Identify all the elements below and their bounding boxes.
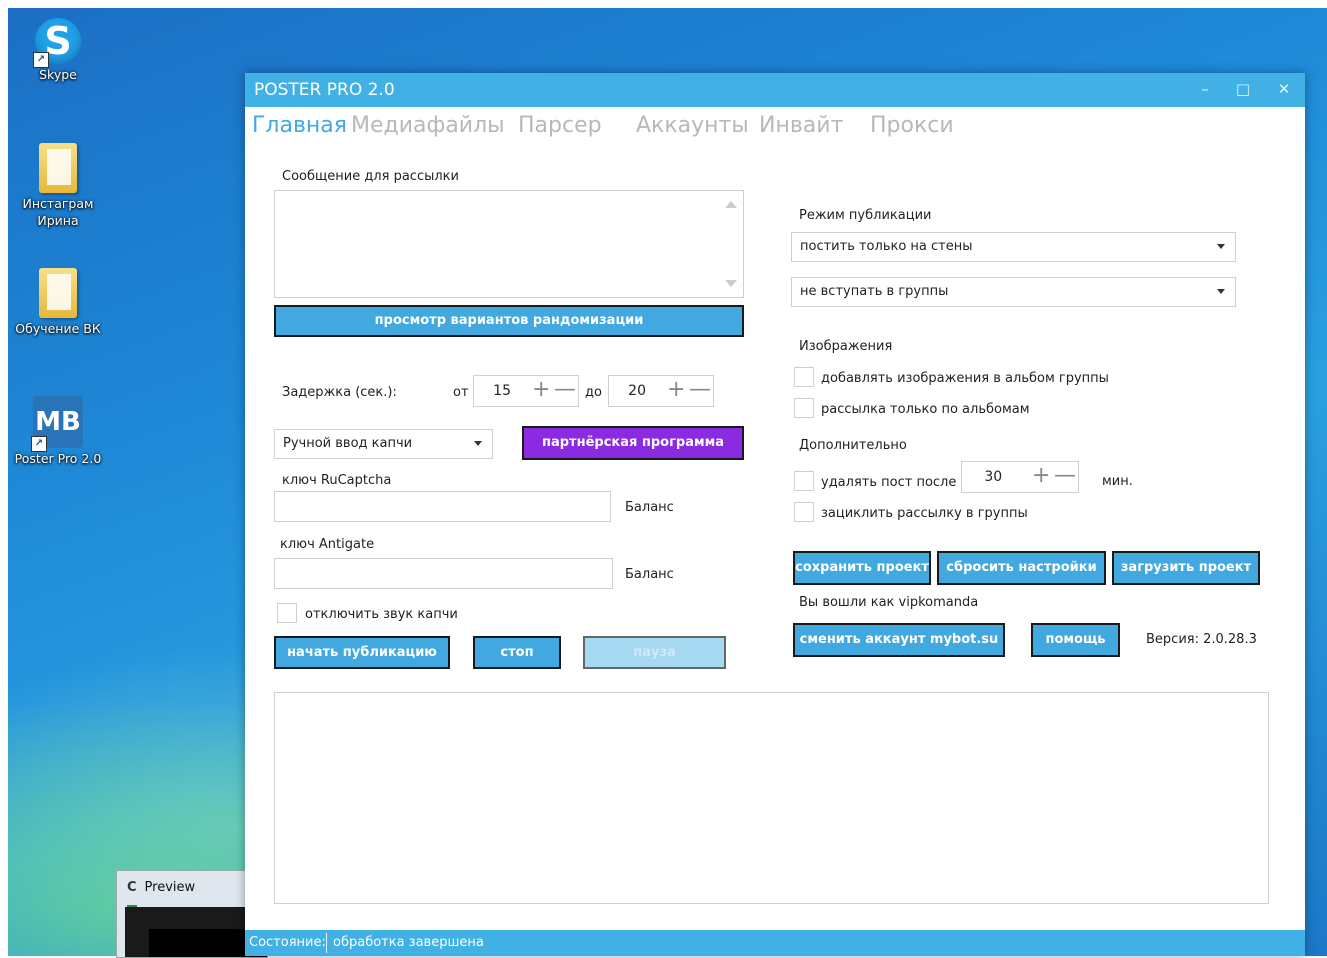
loop-mailing-label: зациклить рассылку в группы (821, 506, 1028, 521)
minutes-label: мин. (1102, 474, 1133, 489)
antigate-key-label: ключ Antigate (280, 537, 375, 552)
poster-pro-icon: MB ↗ (31, 396, 83, 452)
shortcut-arrow-icon: ↗ (31, 436, 47, 452)
join-groups-value: не вступать в группы (800, 284, 949, 299)
close-icon[interactable]: ✕ (1272, 79, 1296, 99)
delete-after-value: 30 (984, 469, 1003, 485)
delay-to-label: до (585, 385, 602, 400)
delete-post-checkbox[interactable] (794, 471, 814, 491)
loop-mailing-checkbox[interactable] (794, 502, 814, 522)
rucaptcha-key-label: ключ RuCaptcha (282, 473, 392, 488)
scroll-down-icon[interactable] (725, 280, 737, 287)
mute-captcha-checkbox[interactable] (277, 603, 297, 623)
message-label: Сообщение для рассылки (282, 169, 459, 184)
tab-invite[interactable]: Инвайт (759, 113, 843, 138)
chevron-down-icon (474, 441, 482, 446)
preview-app-icon: C (127, 871, 137, 907)
antigate-key-input[interactable] (274, 558, 613, 589)
load-project-button[interactable]: загрузить проект (1112, 551, 1260, 585)
folder-icon (39, 268, 77, 318)
tab-main[interactable]: Главная (252, 113, 347, 138)
desktop-icon-label: Poster Pro 2.0 (14, 451, 102, 466)
albums-only-checkbox[interactable] (794, 398, 814, 418)
tab-accounts[interactable]: Аккаунты (636, 113, 749, 138)
desktop-icon-label: Skype (39, 67, 77, 82)
extra-section-label: Дополнительно (799, 438, 907, 453)
version-text: Версия: 2.0.28.3 (1146, 632, 1257, 647)
message-textarea[interactable] (274, 190, 744, 298)
desktop-icon-instagram-folder[interactable]: Инстаграм Ирина (8, 143, 108, 229)
tab-parser[interactable]: Парсер (518, 113, 602, 138)
add-images-album-label: добавлять изображения в альбом группы (821, 371, 1109, 386)
skype-icon: S ↗ (33, 18, 81, 68)
save-project-button[interactable]: сохранить проект (793, 551, 931, 585)
pause-button[interactable]: пауза (583, 636, 726, 669)
chevron-down-icon (1217, 289, 1225, 294)
join-groups-select[interactable]: не вступать в группы (791, 277, 1236, 307)
desktop-icon-training-folder[interactable]: Обучение ВК (8, 268, 108, 337)
change-account-button[interactable]: сменить аккаунт mybot.su (793, 623, 1005, 657)
desktop-icon-label: Инстаграм Ирина (22, 196, 94, 228)
partner-program-button[interactable]: партнёрская программа (522, 426, 744, 460)
status-label: Состояние: (249, 935, 326, 950)
publish-mode-value: постить только на стены (800, 239, 973, 254)
maximize-icon[interactable]: □ (1231, 79, 1255, 99)
log-output[interactable] (274, 692, 1269, 904)
plus-icon[interactable]: + (1032, 465, 1050, 487)
add-images-album-checkbox[interactable] (794, 367, 814, 387)
status-separator (326, 933, 327, 953)
desktop-icon-poster-pro[interactable]: MB ↗ Poster Pro 2.0 (8, 396, 108, 467)
window-title: POSTER PRO 2.0 (254, 80, 395, 100)
delay-from-stepper[interactable]: 15 + — (473, 375, 579, 407)
delete-post-label: удалять пост после (821, 475, 957, 490)
desktop-icon-skype[interactable]: S ↗ Skype (8, 18, 108, 83)
reset-settings-button[interactable]: сбросить настройки (937, 551, 1106, 585)
delete-after-stepper[interactable]: 30 + — (961, 461, 1079, 493)
help-button[interactable]: помощь (1031, 623, 1120, 657)
folder-icon (39, 143, 77, 193)
mute-captcha-label: отключить звук капчи (305, 607, 458, 622)
shortcut-arrow-icon: ↗ (33, 52, 49, 68)
delay-from-value: 15 (493, 383, 511, 399)
captcha-mode-select[interactable]: Ручной ввод капчи (274, 429, 493, 459)
scroll-up-icon[interactable] (725, 201, 737, 208)
delay-to-stepper[interactable]: 20 + — (608, 375, 714, 407)
minus-icon[interactable]: — (554, 379, 576, 401)
publish-mode-select[interactable]: постить только на стены (791, 232, 1236, 262)
app-window: POSTER PRO 2.0 – □ ✕ Главная Медиафайлы … (245, 73, 1305, 956)
stop-button[interactable]: стоп (473, 636, 561, 669)
preview-title: Preview (144, 880, 196, 895)
plus-icon[interactable]: + (667, 379, 685, 401)
rucaptcha-key-input[interactable] (274, 491, 611, 522)
start-publishing-button[interactable]: начать публикацию (274, 636, 450, 669)
minimize-icon[interactable]: – (1193, 79, 1217, 99)
tab-proxy[interactable]: Прокси (870, 113, 954, 138)
status-value: обработка завершена (333, 935, 484, 950)
rucaptcha-balance-label: Баланс (625, 500, 674, 515)
status-bar: Состояние: обработка завершена (245, 930, 1305, 956)
delay-from-label: от (453, 385, 469, 400)
tab-media[interactable]: Медиафайлы (351, 113, 505, 138)
delay-to-value: 20 (628, 383, 646, 399)
titlebar[interactable]: POSTER PRO 2.0 – □ ✕ (245, 73, 1305, 107)
antigate-balance-label: Баланс (625, 567, 674, 582)
minus-icon[interactable]: — (689, 379, 711, 401)
delay-label: Задержка (сек.): (282, 385, 397, 400)
randomization-preview-button[interactable]: просмотр вариантов рандомизации (274, 305, 744, 337)
plus-icon[interactable]: + (532, 379, 550, 401)
desktop-icon-label: Обучение ВК (15, 321, 101, 336)
logged-in-text: Вы вошли как vipkomanda (799, 595, 979, 610)
albums-only-label: рассылка только по альбомам (821, 402, 1030, 417)
minus-icon[interactable]: — (1054, 465, 1076, 487)
captcha-mode-value: Ручной ввод капчи (283, 436, 413, 451)
images-section-label: Изображения (799, 339, 893, 354)
publish-mode-label: Режим публикации (799, 208, 932, 223)
chevron-down-icon (1217, 244, 1225, 249)
